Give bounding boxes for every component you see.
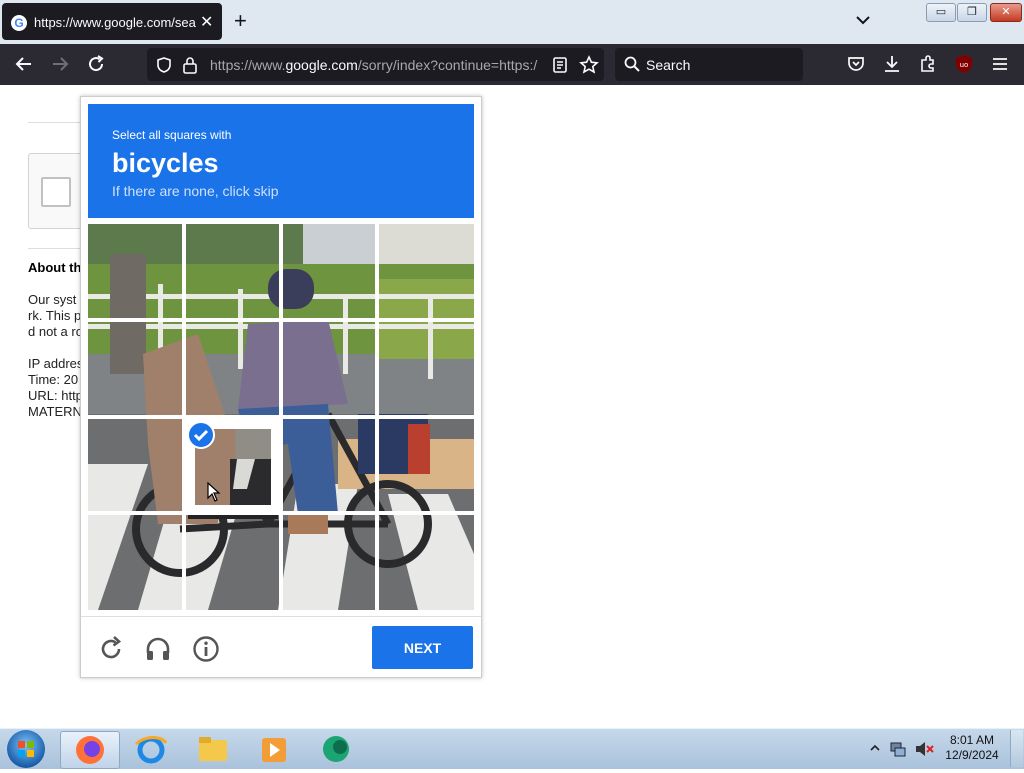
- ublock-origin-icon[interactable]: uo: [954, 54, 974, 74]
- navigation-toolbar: https://www.google.com/sorry/index?conti…: [0, 44, 1024, 85]
- tab-strip: G https://www.google.com/search ✕ + ▭ ❐ …: [0, 0, 1024, 44]
- new-tab-plus-icon[interactable]: +: [234, 9, 247, 33]
- bookmark-star-icon[interactable]: [579, 55, 599, 75]
- page-text-line: Time: 20: [28, 372, 79, 387]
- system-clock[interactable]: 8:01 AM 12/9/2024: [940, 733, 1004, 763]
- window-minimize-button[interactable]: ▭: [926, 3, 956, 22]
- challenge-object: bicycles: [112, 148, 219, 178]
- search-icon: [624, 56, 640, 72]
- taskbar-app-icon[interactable]: [307, 731, 365, 767]
- tracking-protection-shield-icon[interactable]: [155, 56, 173, 74]
- svg-text:uo: uo: [960, 61, 969, 69]
- url-bar[interactable]: https://www.google.com/sorry/index?conti…: [147, 48, 604, 81]
- audio-challenge-headphones-icon[interactable]: [144, 635, 172, 663]
- page-text-line: URL: http: [28, 388, 83, 403]
- taskbar-media-player-icon[interactable]: [245, 731, 303, 767]
- next-button[interactable]: NEXT: [372, 626, 473, 669]
- reload-icon[interactable]: [86, 54, 106, 74]
- app-menu-hamburger-icon[interactable]: [990, 54, 1010, 74]
- url-domain: google.com: [285, 57, 358, 73]
- url-path: /sorry/index?continue=https:/: [357, 57, 538, 73]
- page-text-line: Our syst: [28, 292, 77, 307]
- mouse-cursor-icon: [207, 482, 221, 502]
- reader-view-icon[interactable]: [552, 56, 568, 74]
- tab-title: https://www.google.com/search: [34, 15, 196, 30]
- forward-arrow-icon[interactable]: [50, 54, 70, 74]
- taskbar-firefox-icon[interactable]: [60, 731, 120, 769]
- downloads-icon[interactable]: [882, 54, 902, 74]
- help-info-icon[interactable]: [192, 635, 220, 663]
- search-placeholder: Search: [646, 57, 691, 73]
- page-text-line: d not a ro: [28, 324, 83, 339]
- about-heading: About th: [28, 260, 82, 275]
- recaptcha-checkbox[interactable]: [41, 177, 71, 207]
- show-hidden-icons-chevron-icon[interactable]: [870, 743, 880, 753]
- tab-close-icon[interactable]: ✕: [200, 12, 213, 32]
- window-close-button[interactable]: ✕: [990, 3, 1022, 22]
- volume-muted-icon[interactable]: [914, 740, 934, 758]
- network-icon[interactable]: [889, 740, 907, 758]
- clock-date: 12/9/2024: [945, 748, 999, 762]
- divider: [28, 248, 88, 249]
- recaptcha-challenge-popup: Select all squares with bicycles If ther…: [80, 96, 482, 678]
- windows-taskbar: 8:01 AM 12/9/2024: [0, 728, 1024, 769]
- start-button-windows-orb-icon[interactable]: [7, 730, 45, 768]
- tile-selected-check-icon: [187, 421, 215, 449]
- challenge-subtext: If there are none, click skip: [112, 183, 279, 199]
- grid-divider: [88, 511, 474, 515]
- page-text-line: rk. This p: [28, 308, 82, 323]
- extensions-puzzle-icon[interactable]: [918, 54, 938, 74]
- grid-divider: [88, 415, 474, 419]
- challenge-footer-divider: [81, 616, 481, 617]
- back-arrow-icon[interactable]: [14, 54, 34, 74]
- list-all-tabs-chevron-icon[interactable]: [855, 12, 871, 28]
- search-bar[interactable]: Search: [615, 48, 803, 81]
- taskbar-file-explorer-icon[interactable]: [184, 731, 242, 767]
- reload-challenge-icon[interactable]: [97, 635, 125, 663]
- challenge-image-grid[interactable]: [88, 224, 474, 610]
- pocket-icon[interactable]: [846, 54, 866, 74]
- page-text-line: MATERN: [28, 404, 82, 419]
- page-text-line: IP addres: [28, 356, 84, 371]
- challenge-instruction: Select all squares with: [112, 128, 232, 142]
- divider: [28, 122, 88, 123]
- show-desktop-button[interactable]: [1010, 730, 1023, 767]
- url-prefix: https://www.: [210, 57, 286, 73]
- challenge-header: Select all squares with bicycles If ther…: [88, 104, 474, 218]
- window-maximize-button[interactable]: ❐: [957, 3, 987, 22]
- clock-time: 8:01 AM: [949, 733, 995, 747]
- url-text[interactable]: https://www.google.com/sorry/index?conti…: [210, 57, 540, 73]
- grid-divider: [88, 318, 474, 322]
- google-favicon-icon: G: [11, 15, 27, 31]
- lock-icon[interactable]: [182, 56, 198, 74]
- taskbar-internet-explorer-icon[interactable]: [122, 731, 180, 767]
- tab-google-search[interactable]: G https://www.google.com/search ✕: [2, 3, 222, 40]
